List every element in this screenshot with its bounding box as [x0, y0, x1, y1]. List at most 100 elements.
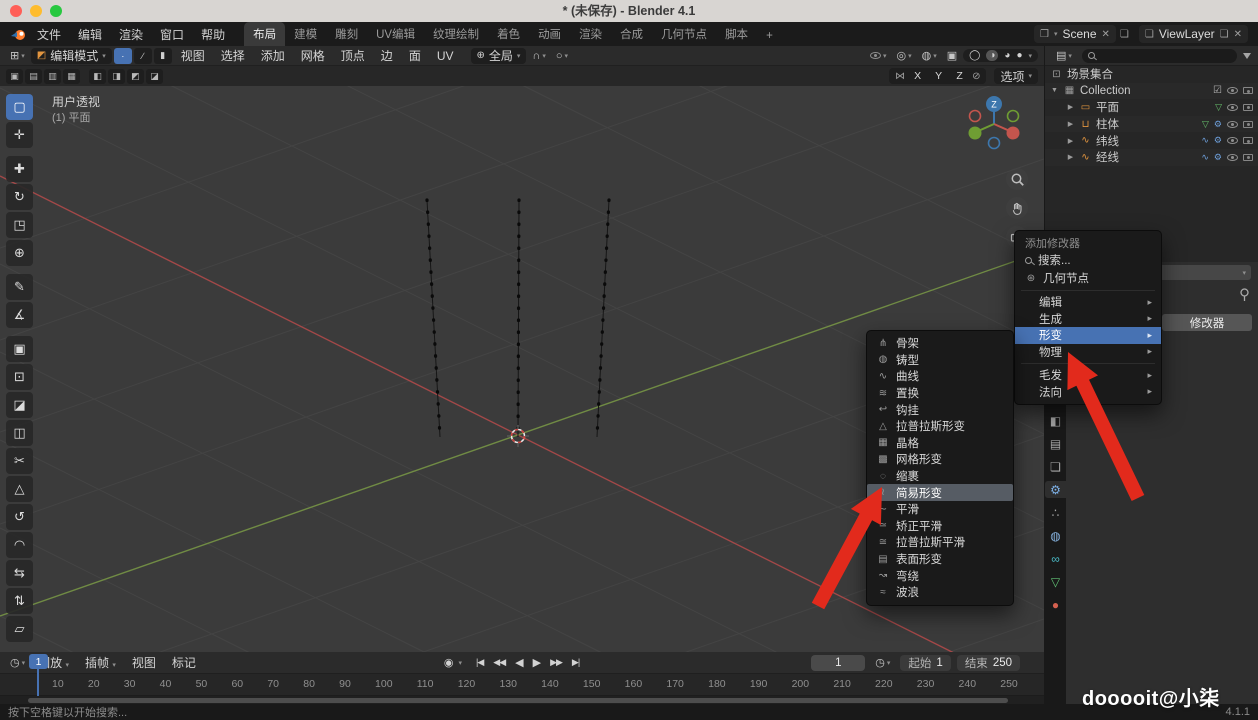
tool-shear[interactable]: ▱: [6, 616, 33, 642]
menu-item-curve[interactable]: ∿曲线: [867, 368, 1013, 385]
menu-item-simple-deform[interactable]: ≀简易形变: [867, 484, 1013, 501]
menu-item-laplacian-smooth[interactable]: ≅拉普拉斯平滑: [867, 534, 1013, 551]
menu-edit[interactable]: 编辑: [70, 23, 110, 46]
workspace-tab-rendering[interactable]: 渲染: [570, 22, 611, 46]
hide-eye-icon[interactable]: [1227, 87, 1238, 94]
menu-file[interactable]: 文件: [29, 23, 69, 46]
object-row-warp-curve[interactable]: ▶ ∿ 经线 ∿ ⚙: [1045, 149, 1258, 166]
current-frame-field[interactable]: 1: [811, 655, 865, 671]
workspace-tab-animation[interactable]: 动画: [529, 22, 570, 46]
prev-keyframe-button[interactable]: ◀◀: [489, 655, 509, 670]
zoom-button[interactable]: [1006, 168, 1028, 190]
proportional-editing-toggle[interactable]: ○▾: [552, 49, 572, 63]
properties-filter-dropdown[interactable]: ▾: [1158, 265, 1251, 280]
object-row-plane[interactable]: ▶ ▭ 平面 ▽: [1045, 99, 1258, 116]
menu-item-armature[interactable]: ⋔骨架: [867, 335, 1013, 352]
menu-mesh[interactable]: 网格: [294, 45, 332, 66]
expand-icon[interactable]: ▶: [1066, 120, 1075, 128]
modifier-search-item[interactable]: 搜索...: [1015, 251, 1161, 269]
header-toggle-icon[interactable]: ◪: [146, 69, 163, 84]
workspace-tab-sculpting[interactable]: 雕刻: [326, 22, 367, 46]
shading-solid-button[interactable]: ◑: [986, 50, 998, 61]
jump-to-start-button[interactable]: |◀: [472, 655, 487, 670]
unlink-scene-icon[interactable]: ✕: [1102, 29, 1110, 40]
mode-selector[interactable]: ◩ 编辑模式 ▾: [31, 48, 112, 64]
exclude-checkbox[interactable]: ☑: [1213, 85, 1222, 96]
tool-annotate[interactable]: ✎: [6, 274, 33, 300]
workspace-tab-compositing[interactable]: 合成: [611, 22, 652, 46]
physics-tab[interactable]: ◍: [1045, 527, 1066, 544]
menu-item-surface-deform[interactable]: ▤表面形变: [867, 551, 1013, 568]
editor-type-button[interactable]: ⊞▾: [6, 48, 29, 63]
menu-uv[interactable]: UV: [430, 47, 461, 65]
horizontal-scrollbar[interactable]: [28, 698, 1008, 703]
play-button[interactable]: ▶: [529, 654, 544, 671]
particles-tab[interactable]: ∴: [1045, 504, 1066, 521]
menu-item-lattice[interactable]: ▦晶格: [867, 435, 1013, 452]
current-frame-marker[interactable]: 1: [29, 654, 48, 669]
hide-eye-icon[interactable]: [1227, 121, 1238, 128]
collection-row[interactable]: ▼ ▦ Collection ☑: [1045, 83, 1258, 100]
mirror-x-toggle[interactable]: X: [909, 69, 926, 83]
constraints-tab[interactable]: ∞: [1045, 550, 1066, 567]
tool-loop-cut[interactable]: ◫: [6, 420, 33, 446]
menu-edge[interactable]: 边: [374, 45, 400, 66]
menu-item-wave[interactable]: ≈波浪: [867, 584, 1013, 601]
scene-collection-row[interactable]: ⊡ 场景集合: [1045, 66, 1258, 83]
menu-keying[interactable]: 插帧 ▾: [78, 652, 123, 673]
new-scene-button[interactable]: ❏: [1117, 27, 1132, 42]
category-hair[interactable]: 毛发▸: [1015, 367, 1161, 384]
menu-view[interactable]: 视图: [174, 45, 212, 66]
hide-eye-icon[interactable]: [1227, 137, 1238, 144]
expand-icon[interactable]: ▶: [1066, 103, 1075, 111]
snap-toggle[interactable]: ∩▾: [528, 49, 549, 63]
add-modifier-button[interactable]: 修改器: [1162, 314, 1252, 331]
scene-selector[interactable]: ❒ ▾ Scene ✕: [1034, 25, 1116, 43]
category-generate[interactable]: 生成▸: [1015, 311, 1161, 328]
tool-spin[interactable]: ↺: [6, 504, 33, 530]
filter-icon[interactable]: [1243, 53, 1251, 59]
tool-knife[interactable]: ✂: [6, 448, 33, 474]
workspace-tab-uv[interactable]: UV编辑: [367, 22, 424, 46]
menu-view-timeline[interactable]: 视图: [125, 652, 163, 673]
category-deform[interactable]: 形变▸: [1015, 327, 1161, 344]
shading-rendered-button[interactable]: ●: [1016, 50, 1022, 61]
menu-render[interactable]: 渲染: [111, 23, 151, 46]
render-visibility-icon[interactable]: [1243, 154, 1253, 161]
category-normals[interactable]: 法向▸: [1015, 384, 1161, 401]
remove-viewlayer-button[interactable]: ✕: [1234, 29, 1242, 40]
render-visibility-icon[interactable]: [1243, 87, 1253, 94]
render-visibility-icon[interactable]: [1243, 104, 1253, 111]
xray-toggle[interactable]: ▣: [943, 48, 961, 63]
tool-move[interactable]: ✚: [6, 156, 33, 182]
start-frame-field[interactable]: 起始1: [900, 655, 950, 671]
next-keyframe-button[interactable]: ▶▶: [546, 655, 566, 670]
new-viewlayer-button[interactable]: ❏: [1220, 29, 1229, 40]
render-visibility-icon[interactable]: [1243, 137, 1253, 144]
header-toggle-icon[interactable]: ▤: [25, 69, 42, 84]
tool-bevel[interactable]: ◪: [6, 392, 33, 418]
use-preview-range-button[interactable]: ◷▾: [871, 655, 894, 670]
expand-icon[interactable]: ▶: [1066, 153, 1075, 161]
outliner-search-input[interactable]: [1082, 49, 1237, 63]
header-toggle-icon[interactable]: ▣: [6, 69, 23, 84]
menu-item-smooth[interactable]: ∼平滑: [867, 501, 1013, 518]
timeline-ruler[interactable]: 1020304050607080901001101201301401501601…: [0, 674, 1044, 696]
header-toggle-icon[interactable]: ▥: [44, 69, 61, 84]
hide-eye-icon[interactable]: [1227, 104, 1238, 111]
header-toggle-icon[interactable]: ◩: [127, 69, 144, 84]
menu-help[interactable]: 帮助: [193, 23, 233, 46]
tool-inset[interactable]: ⊡: [6, 364, 33, 390]
view-layer-tab[interactable]: ❏: [1045, 458, 1066, 475]
play-reverse-button[interactable]: ◀: [511, 654, 526, 671]
menu-window[interactable]: 窗口: [152, 23, 192, 46]
collapse-icon[interactable]: ▼: [1050, 87, 1059, 94]
workspace-tab-layout[interactable]: 布局: [244, 22, 285, 46]
shading-material-button[interactable]: ◕: [1004, 50, 1010, 61]
hide-eye-icon[interactable]: [1227, 154, 1238, 161]
end-frame-field[interactable]: 结束250: [957, 655, 1020, 671]
navigation-gizmo[interactable]: Z: [956, 86, 1032, 162]
workspace-tab-texture-paint[interactable]: 纹理绘制: [424, 22, 488, 46]
workspace-tab-scripting[interactable]: 脚本: [716, 22, 757, 46]
transform-orientation-selector[interactable]: ⊕ 全局 ▾: [471, 48, 527, 64]
